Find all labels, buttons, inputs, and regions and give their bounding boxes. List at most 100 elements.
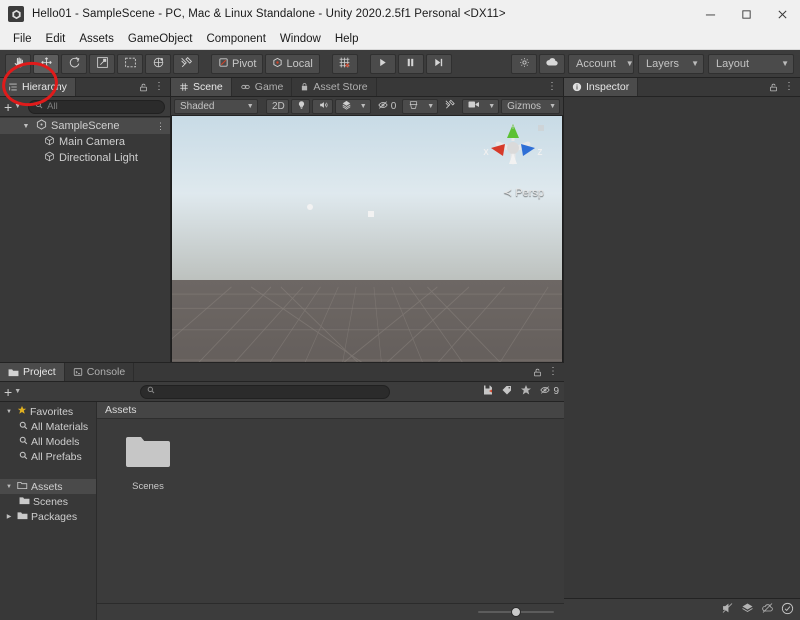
hand-tool-button[interactable] [5, 53, 31, 74]
hierarchy-search-input[interactable]: All [28, 99, 165, 114]
project-search-input[interactable] [140, 384, 391, 399]
slider-knob[interactable] [511, 607, 522, 617]
hierarchy-item-samplescene[interactable]: ▼ SampleScene ⋮ [0, 118, 170, 134]
asset-grid[interactable]: Scenes [97, 419, 564, 603]
folder-icon [8, 368, 19, 377]
2d-toggle-button[interactable]: 2D [265, 98, 289, 114]
fx-dropdown[interactable]: ▼ [334, 98, 371, 114]
main-camera-gizmo[interactable] [368, 211, 374, 217]
step-button[interactable] [425, 53, 452, 74]
chevron-down-icon[interactable]: ▼ [4, 409, 14, 415]
audio-toggle-button[interactable] [311, 98, 333, 114]
play-button[interactable] [369, 53, 396, 74]
directional-light-gizmo[interactable] [307, 204, 313, 210]
maximize-button[interactable] [728, 0, 764, 28]
svg-text:Y: Y [511, 125, 515, 131]
pivot-toggle-button[interactable]: Pivot [211, 53, 264, 74]
grid-snap-button[interactable] [331, 53, 358, 74]
camera-dropdown[interactable]: ▼ [462, 98, 500, 114]
grid-dropdown[interactable]: ▼ [402, 98, 439, 114]
tab-scene[interactable]: Scene [171, 78, 232, 96]
menu-file[interactable]: File [6, 31, 39, 47]
hidden-assets-button[interactable]: 9 [539, 385, 559, 398]
check-circle-icon[interactable] [781, 602, 794, 618]
close-button[interactable] [764, 0, 800, 28]
breadcrumb-label[interactable]: Assets [105, 404, 137, 416]
layout-label: Layout [716, 57, 750, 70]
cloud-off-icon[interactable] [761, 602, 774, 617]
hierarchy-item-main-camera[interactable]: Main Camera [0, 134, 170, 150]
tab-asset-store-label: Asset Store [313, 81, 368, 93]
inspector-menu-icon[interactable]: ⋮ [784, 82, 794, 92]
pause-button[interactable] [397, 53, 424, 74]
tab-game[interactable]: Game [231, 78, 293, 96]
collab-button[interactable] [511, 53, 537, 74]
chevron-down-icon[interactable]: ▼ [4, 484, 14, 490]
tab-inspector[interactable]: Inspector [564, 78, 639, 96]
project-tree-all-materials[interactable]: All Materials [0, 419, 96, 434]
cloud-button[interactable] [539, 53, 565, 74]
scene-menu-icon[interactable]: ⋮ [547, 82, 557, 92]
minimize-button[interactable] [692, 0, 728, 28]
project-menu-icon[interactable]: ⋮ [548, 367, 558, 377]
scale-tool-button[interactable] [89, 53, 115, 74]
space-toggle-button[interactable]: Local [265, 53, 320, 74]
asset-zoom-slider[interactable] [478, 606, 554, 618]
project-tree-favorites[interactable]: ▼ Favorites [0, 404, 96, 419]
audio-mute-icon[interactable] [721, 602, 734, 617]
gizmos-dropdown[interactable]: Gizmos ▼ [501, 98, 560, 114]
project-tree-packages[interactable]: ▶ Packages [0, 509, 96, 524]
project-tree-all-prefabs[interactable]: All Prefabs [0, 449, 96, 464]
layout-dropdown[interactable]: Layout ▼ [708, 53, 794, 74]
layers-off-icon[interactable] [741, 602, 754, 617]
save-filter-icon[interactable] [482, 384, 494, 399]
chevron-down-icon[interactable]: ▼ [20, 123, 32, 130]
asset-tile-scenes[interactable]: Scenes [117, 433, 179, 492]
menu-assets[interactable]: Assets [72, 31, 121, 47]
menu-help[interactable]: Help [328, 31, 366, 47]
lock-open-icon[interactable] [139, 82, 148, 93]
account-dropdown[interactable]: Account ▼ [568, 53, 634, 74]
label-icon[interactable] [501, 384, 513, 399]
move-tool-button[interactable] [33, 53, 59, 74]
menu-component[interactable]: Component [199, 31, 272, 47]
project-tabrow: Project Console ⋮ [0, 363, 564, 382]
shading-mode-dropdown[interactable]: Shaded ▼ [174, 98, 258, 114]
tab-hierarchy[interactable]: Hierarchy [0, 78, 76, 96]
hierarchy-menu-icon[interactable]: ⋮ [154, 82, 164, 92]
hierarchy-item-directional-light[interactable]: Directional Light [0, 150, 170, 166]
hierarchy-add-button[interactable]: + ▼ [4, 100, 21, 114]
lock-open-icon[interactable] [769, 82, 778, 93]
project-tree-scenes[interactable]: Scenes [0, 494, 96, 509]
project-tree-all-models[interactable]: All Models [0, 434, 96, 449]
custom-tool-button[interactable] [173, 53, 199, 74]
menu-gameobject[interactable]: GameObject [121, 31, 200, 47]
favorite-star-icon[interactable] [520, 384, 532, 399]
scene-orientation-gizmo[interactable]: Y X Z [478, 122, 548, 180]
hierarchy-toolbar: + ▼ All [0, 97, 170, 117]
projection-mode-label[interactable]: ≺ Persp [503, 186, 544, 199]
menu-window[interactable]: Window [273, 31, 328, 47]
project-add-button[interactable]: + ▼ [4, 385, 21, 399]
scene-tools-button[interactable] [440, 99, 460, 114]
search-icon [35, 101, 43, 112]
tab-asset-store[interactable]: Asset Store [292, 78, 377, 96]
eye-off-icon [377, 100, 389, 113]
lighting-toggle-button[interactable] [290, 98, 310, 114]
step-icon [433, 57, 444, 71]
chevron-right-icon[interactable]: ▶ [4, 513, 14, 520]
rect-tool-button[interactable] [117, 53, 143, 74]
transform-tool-button[interactable] [145, 53, 171, 74]
layers-dropdown[interactable]: Layers ▼ [638, 53, 704, 74]
tab-console[interactable]: Console [64, 363, 135, 381]
project-tab-actions: ⋮ [533, 363, 564, 381]
menu-edit[interactable]: Edit [39, 31, 73, 47]
tab-project[interactable]: Project [0, 363, 65, 381]
hidden-objects-button[interactable]: 0 [373, 99, 401, 114]
rotate-tool-button[interactable] [61, 53, 87, 74]
lock-open-icon[interactable] [533, 367, 542, 378]
project-tree-assets[interactable]: ▼ Assets [0, 479, 96, 494]
scene-menu-icon[interactable]: ⋮ [156, 121, 165, 132]
tools-icon [444, 99, 456, 113]
gameobject-icon [44, 135, 55, 149]
